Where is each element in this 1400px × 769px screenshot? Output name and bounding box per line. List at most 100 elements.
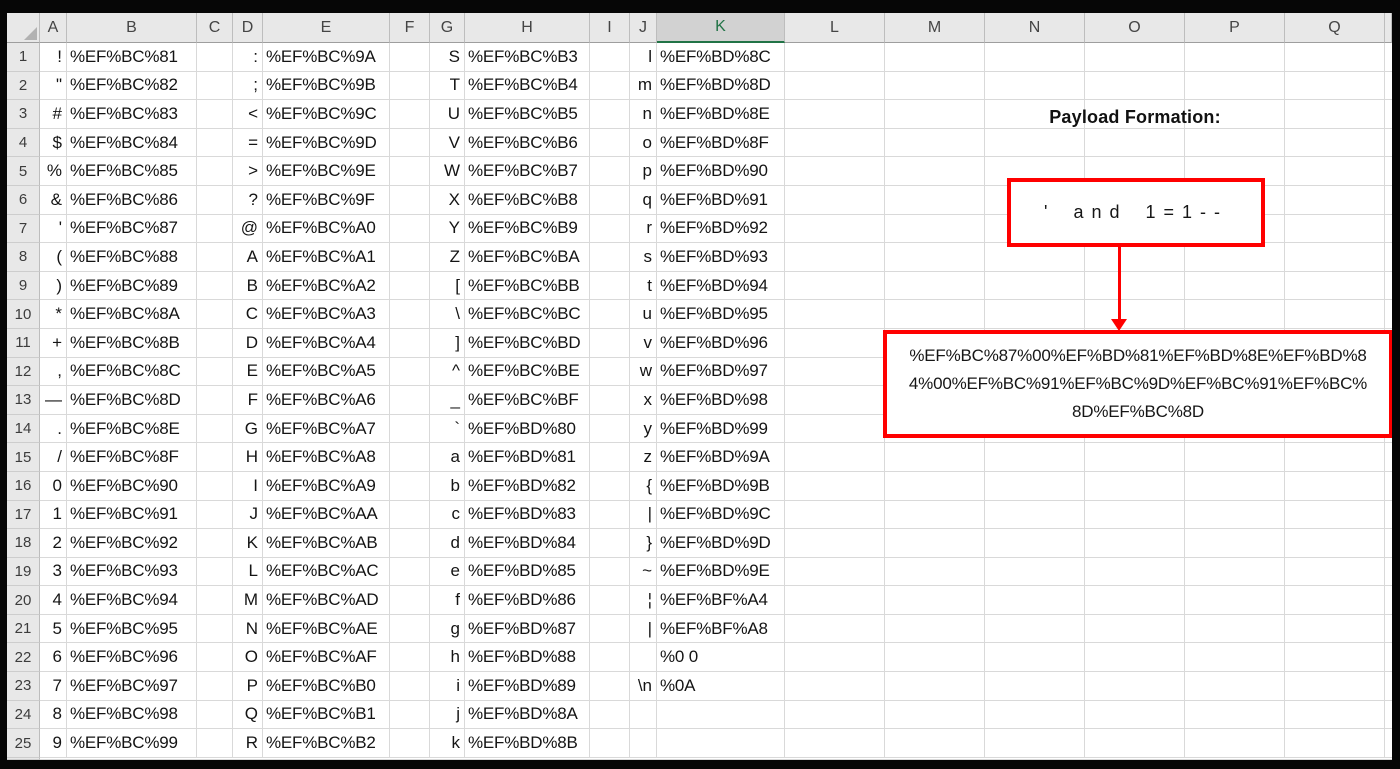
cell-B21[interactable]: %EF%BC%95 <box>67 614 197 644</box>
cell-G9[interactable]: [ <box>430 271 465 301</box>
cell-E14[interactable]: %EF%BC%A7 <box>263 414 390 444</box>
cell-P24[interactable] <box>1185 700 1285 730</box>
cell-I13[interactable] <box>590 386 630 415</box>
cell-C23[interactable] <box>197 672 233 701</box>
cell-O15[interactable] <box>1085 443 1185 472</box>
cell-E9[interactable]: %EF%BC%A2 <box>263 271 390 301</box>
cell-B20[interactable]: %EF%BC%94 <box>67 586 197 615</box>
cell-A19[interactable]: 3 <box>40 557 67 587</box>
cell-E15[interactable]: %EF%BC%A8 <box>263 443 390 472</box>
cell-F24[interactable] <box>390 700 430 730</box>
cell-F17[interactable] <box>390 500 430 530</box>
cell-B4[interactable]: %EF%BC%84 <box>67 128 197 158</box>
cell-J19[interactable]: ~ <box>630 557 657 587</box>
cell-H10[interactable]: %EF%BC%BC <box>465 300 590 329</box>
column-header-N[interactable]: N <box>985 13 1085 43</box>
cell-O1[interactable] <box>1085 43 1185 72</box>
cell-J12[interactable]: w <box>630 357 657 387</box>
cell-F25[interactable] <box>390 729 430 758</box>
cell-H12[interactable]: %EF%BC%BE <box>465 357 590 387</box>
cell-P4[interactable] <box>1185 128 1285 158</box>
row-header-7[interactable]: 7 <box>7 214 40 244</box>
cell-C11[interactable] <box>197 328 233 358</box>
column-header-G[interactable]: G <box>430 13 465 43</box>
cell-N8[interactable] <box>985 243 1085 272</box>
cell-G17[interactable]: c <box>430 500 465 530</box>
cell-P15[interactable] <box>1185 443 1285 472</box>
cell-F5[interactable] <box>390 157 430 186</box>
cell-I1[interactable] <box>590 43 630 72</box>
cell-C2[interactable] <box>197 71 233 101</box>
cell-L23[interactable] <box>785 672 885 701</box>
cell-L10[interactable] <box>785 300 885 329</box>
row-header-22[interactable]: 22 <box>7 643 40 673</box>
cell-G22[interactable]: h <box>430 643 465 673</box>
cell-P10[interactable] <box>1185 300 1285 329</box>
cell-H14[interactable]: %EF%BD%80 <box>465 414 590 444</box>
cell-Q20[interactable] <box>1285 586 1385 615</box>
cell-J9[interactable]: t <box>630 271 657 301</box>
cell-L24[interactable] <box>785 700 885 730</box>
cell-I23[interactable] <box>590 672 630 701</box>
cell-L20[interactable] <box>785 586 885 615</box>
cell-A2[interactable]: " <box>40 71 67 101</box>
cell-H2[interactable]: %EF%BC%B4 <box>465 71 590 101</box>
cell-D8[interactable]: A <box>233 243 263 272</box>
cell-J25[interactable] <box>630 729 657 758</box>
column-header-P[interactable]: P <box>1185 13 1285 43</box>
cell-J13[interactable]: x <box>630 386 657 415</box>
cell-E16[interactable]: %EF%BC%A9 <box>263 471 390 501</box>
cell-H20[interactable]: %EF%BD%86 <box>465 586 590 615</box>
cell-N21[interactable] <box>985 614 1085 644</box>
cell-O20[interactable] <box>1085 586 1185 615</box>
cell-J22[interactable] <box>630 643 657 673</box>
cell-M16[interactable] <box>885 471 985 501</box>
row-header-15[interactable]: 15 <box>7 443 40 472</box>
cell-K13[interactable]: %EF%BD%98 <box>657 386 785 415</box>
cell-C20[interactable] <box>197 586 233 615</box>
cell-J11[interactable]: v <box>630 328 657 358</box>
cell-J6[interactable]: q <box>630 185 657 215</box>
cell-P23[interactable] <box>1185 672 1285 701</box>
cell-E23[interactable]: %EF%BC%B0 <box>263 672 390 701</box>
cell-N16[interactable] <box>985 471 1085 501</box>
cell-M2[interactable] <box>885 71 985 101</box>
cell-F12[interactable] <box>390 357 430 387</box>
cell-G19[interactable]: e <box>430 557 465 587</box>
cell-O24[interactable] <box>1085 700 1185 730</box>
cell-K4[interactable]: %EF%BD%8F <box>657 128 785 158</box>
cell-A6[interactable]: & <box>40 185 67 215</box>
cell-J2[interactable]: m <box>630 71 657 101</box>
cell-B23[interactable]: %EF%BC%97 <box>67 672 197 701</box>
cell-A20[interactable]: 4 <box>40 586 67 615</box>
column-header-E[interactable]: E <box>263 13 390 43</box>
row-header-8[interactable]: 8 <box>7 243 40 272</box>
cell-I15[interactable] <box>590 443 630 472</box>
cell-B7[interactable]: %EF%BC%87 <box>67 214 197 244</box>
cell-L8[interactable] <box>785 243 885 272</box>
cell-J18[interactable]: } <box>630 529 657 558</box>
cell-F1[interactable] <box>390 43 430 72</box>
cell-P22[interactable] <box>1185 643 1285 673</box>
select-all-corner[interactable] <box>7 13 40 43</box>
cell-N9[interactable] <box>985 271 1085 301</box>
column-header-L[interactable]: L <box>785 13 885 43</box>
cell-G25[interactable]: k <box>430 729 465 758</box>
cell-J14[interactable]: y <box>630 414 657 444</box>
cell-A14[interactable]: . <box>40 414 67 444</box>
cell-H9[interactable]: %EF%BC%BB <box>465 271 590 301</box>
cell-G15[interactable]: a <box>430 443 465 472</box>
cell-M8[interactable] <box>885 243 985 272</box>
cell-I11[interactable] <box>590 328 630 358</box>
cell-C4[interactable] <box>197 128 233 158</box>
cell-P18[interactable] <box>1185 529 1285 558</box>
column-header-J[interactable]: J <box>630 13 657 43</box>
cell-O19[interactable] <box>1085 557 1185 587</box>
cell-K9[interactable]: %EF%BD%94 <box>657 271 785 301</box>
cell-B8[interactable]: %EF%BC%88 <box>67 243 197 272</box>
cell-K11[interactable]: %EF%BD%96 <box>657 328 785 358</box>
cell-F22[interactable] <box>390 643 430 673</box>
cell-I24[interactable] <box>590 700 630 730</box>
row-header-24[interactable]: 24 <box>7 700 40 730</box>
cell-M7[interactable] <box>885 214 985 244</box>
